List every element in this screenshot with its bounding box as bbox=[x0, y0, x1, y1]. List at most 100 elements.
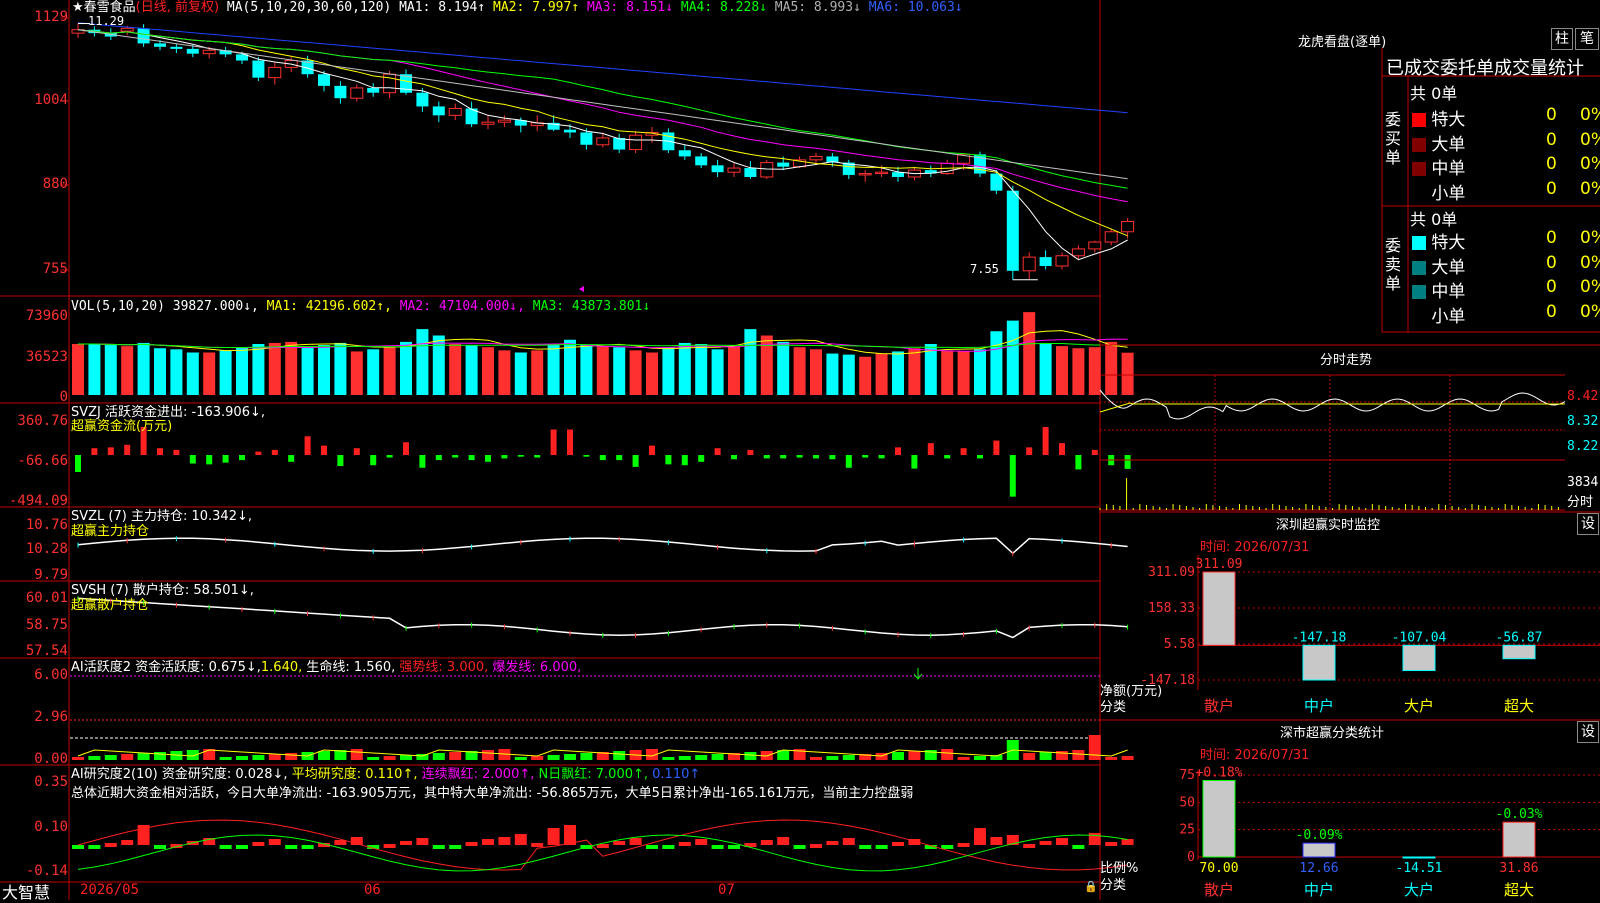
dragon-title: 龙虎看盘(逐单) bbox=[1298, 35, 1387, 50]
research-bar bbox=[793, 845, 806, 849]
classify-category: 中户 bbox=[1304, 881, 1334, 899]
activity-bar bbox=[564, 754, 576, 760]
flow-bar bbox=[337, 455, 344, 467]
flow-bar bbox=[681, 455, 688, 466]
candle-body bbox=[350, 87, 364, 99]
row-name: 大单 bbox=[1426, 134, 1466, 155]
ai1-tick: 6.00 bbox=[34, 667, 68, 683]
research-bar bbox=[498, 837, 511, 845]
classify-top-label: -0.09% bbox=[1296, 828, 1343, 843]
lock-icon[interactable]: 🔒 bbox=[1084, 880, 1098, 893]
ma30-line bbox=[77, 29, 1128, 189]
flow-bar bbox=[107, 447, 114, 455]
bar-mode-button[interactable]: 柱 bbox=[1551, 28, 1573, 50]
monitor-settings-button[interactable]: 设 bbox=[1577, 513, 1599, 535]
ai1-tick: 0.00 bbox=[34, 751, 68, 767]
volume-bar bbox=[170, 349, 183, 395]
flow-bar bbox=[862, 455, 869, 458]
volume-bar bbox=[678, 342, 691, 395]
ma3-value: MA3: 8.151↓ bbox=[586, 0, 674, 15]
flow-bar bbox=[353, 448, 360, 455]
monitor-bar bbox=[1402, 644, 1436, 672]
flow-bar bbox=[75, 455, 81, 472]
research-bar bbox=[449, 845, 462, 849]
flow-bar bbox=[157, 448, 163, 455]
flow-bar bbox=[403, 442, 409, 455]
sell-row: 小单 0 0% bbox=[1412, 302, 1600, 327]
monitor-bar-label: -56.87 bbox=[1496, 630, 1543, 645]
volume-bar bbox=[859, 356, 872, 395]
candle-body bbox=[1071, 248, 1085, 257]
volume-bar bbox=[580, 345, 593, 395]
vol-label: VOL(5,10,20) bbox=[71, 299, 165, 314]
volume-bar bbox=[892, 351, 904, 395]
volume-bar bbox=[547, 344, 560, 395]
volume-bar bbox=[596, 346, 609, 395]
research-bar bbox=[416, 838, 429, 845]
mode-label[interactable]: (日线, 前复权) bbox=[136, 0, 219, 15]
activity-bar bbox=[88, 756, 101, 760]
ma60-line bbox=[77, 29, 1128, 180]
row-qty: 0 bbox=[1546, 178, 1557, 199]
activity-bar bbox=[974, 756, 986, 760]
candle-body bbox=[1104, 231, 1118, 243]
flow-bar bbox=[1059, 443, 1065, 455]
flow-bar bbox=[1075, 455, 1082, 470]
research-bar bbox=[957, 843, 970, 847]
activity-bar bbox=[678, 756, 691, 760]
flow-bar bbox=[567, 429, 573, 455]
svsh-tick: 58.75 bbox=[25, 617, 68, 633]
research-bar bbox=[662, 845, 675, 849]
classify-tick: 50 bbox=[1179, 795, 1195, 810]
row-name: 特大 bbox=[1426, 110, 1466, 130]
activity-bar bbox=[432, 753, 445, 760]
tick-mode-button[interactable]: 笔 bbox=[1575, 28, 1599, 50]
ai2-e: 0.110↑ bbox=[652, 767, 701, 782]
candle-body bbox=[1039, 257, 1052, 267]
activity-bar bbox=[711, 754, 724, 760]
app-logo[interactable]: 大智慧 bbox=[2, 879, 50, 903]
candle-body bbox=[1022, 256, 1036, 272]
research-bar bbox=[941, 845, 954, 849]
flow-bar bbox=[993, 440, 1000, 455]
activity-bar bbox=[957, 757, 970, 760]
volume-bar bbox=[1023, 312, 1036, 395]
row-pct: 0% bbox=[1580, 129, 1600, 150]
flow-bar bbox=[649, 445, 655, 455]
research-bar bbox=[777, 837, 790, 845]
flow-bar bbox=[239, 455, 245, 461]
research-bar bbox=[1121, 839, 1134, 845]
volume-bar bbox=[121, 346, 134, 395]
classify-bar bbox=[1402, 856, 1436, 859]
classify-settings-button[interactable]: 设 bbox=[1577, 721, 1599, 743]
activity-bar bbox=[613, 751, 626, 760]
volume-bar bbox=[285, 341, 298, 395]
buy-side-label: 委买单 bbox=[1385, 110, 1402, 167]
flow-bar bbox=[386, 455, 393, 458]
intraday-tick: 8.22 bbox=[1567, 439, 1599, 454]
svzj-tick: -66.66 bbox=[17, 453, 68, 469]
legend-swatch bbox=[1412, 113, 1426, 127]
candle-body bbox=[318, 74, 330, 86]
volume-bar bbox=[383, 347, 396, 395]
flow-bar bbox=[714, 448, 721, 455]
ma4-value: MA4: 8.228↓ bbox=[680, 0, 767, 15]
flow-bar bbox=[419, 455, 426, 468]
research-bar bbox=[613, 841, 626, 845]
flow-bar bbox=[616, 455, 623, 461]
stock-name[interactable]: ★春雪食品 bbox=[72, 0, 136, 15]
flow-bar bbox=[124, 444, 131, 455]
volume-bar bbox=[974, 349, 986, 395]
svsh-sub: 超赢散户持仓 bbox=[71, 598, 150, 613]
buy-row: 中单 0 0% bbox=[1412, 154, 1600, 179]
legend-swatch bbox=[1412, 162, 1426, 176]
activity-bar bbox=[285, 753, 298, 760]
ai2-d: N日飘红: 7.000↑, bbox=[538, 767, 649, 782]
research-bar bbox=[531, 843, 544, 847]
monitor-bar bbox=[1502, 644, 1536, 660]
research-bar bbox=[1105, 842, 1118, 846]
volume-bar bbox=[1105, 341, 1118, 395]
research-bar bbox=[728, 845, 740, 849]
activity-bar bbox=[941, 749, 954, 760]
research-bar bbox=[629, 838, 642, 845]
